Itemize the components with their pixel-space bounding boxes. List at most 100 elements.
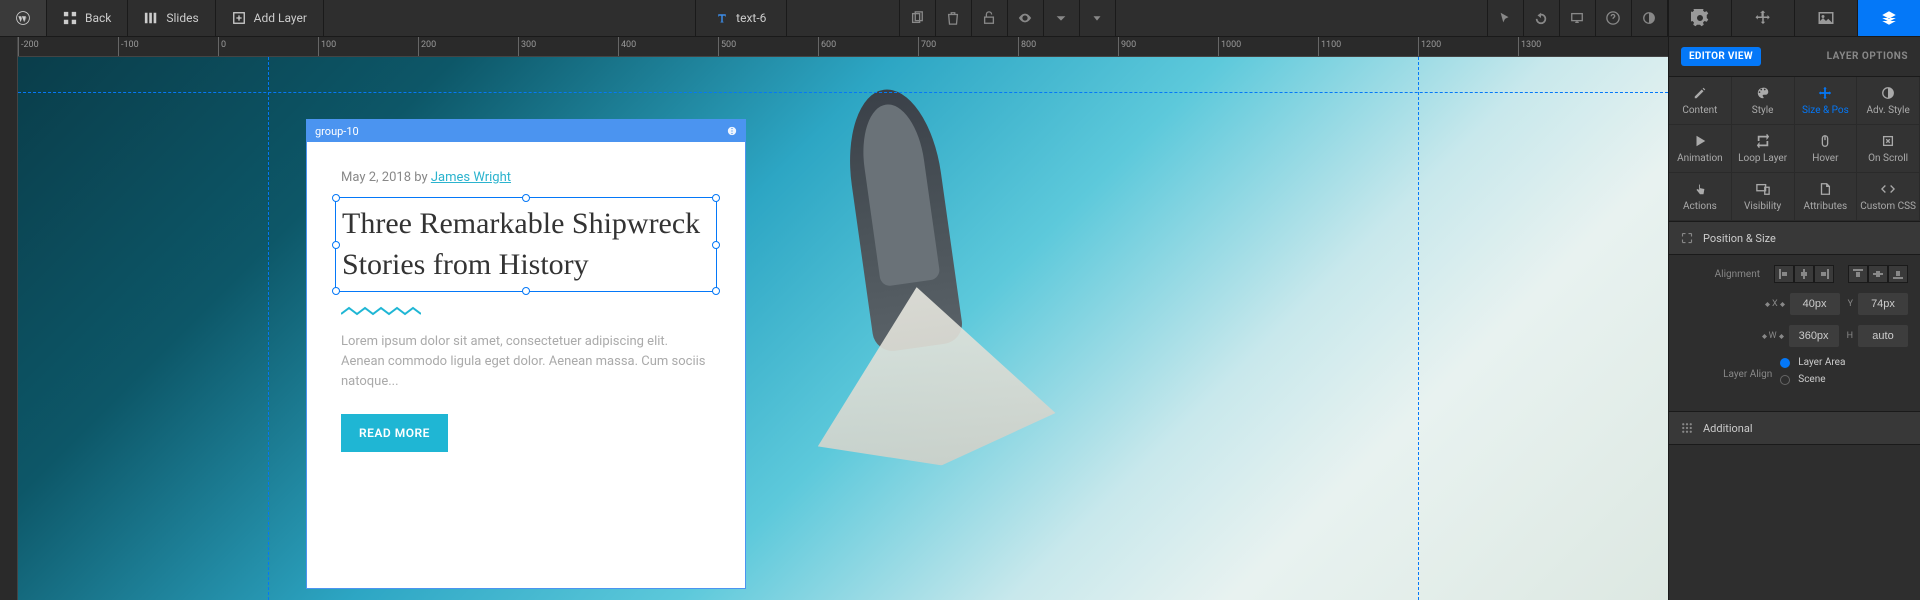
media-tab[interactable]	[1794, 0, 1857, 36]
wordpress-logo-button[interactable]	[0, 0, 47, 36]
add-layer-button[interactable]: Add Layer	[216, 0, 324, 36]
ruler-tick: 300	[518, 37, 536, 56]
contrast-button[interactable]	[1632, 0, 1668, 36]
group-10-frame[interactable]: group-10 May 2, 2018 by James Wright Thr…	[306, 119, 746, 589]
selected-layer-indicator[interactable]: text-6	[696, 0, 787, 36]
align-bottom-button[interactable]	[1888, 265, 1908, 283]
align-center-h-button[interactable]	[1794, 265, 1814, 283]
size-pos-tab[interactable]: Size & Pos	[1795, 77, 1858, 125]
vertical-ruler[interactable]	[0, 37, 18, 600]
monitor-icon	[1570, 11, 1584, 25]
attributes-tab[interactable]: Attributes	[1795, 173, 1858, 221]
caret-down-icon	[1090, 11, 1104, 25]
layer-options-tab[interactable]: LAYER OPTIONS	[1827, 51, 1908, 62]
guide-line[interactable]	[268, 57, 269, 600]
dropdown-button[interactable]	[1044, 0, 1080, 36]
resize-handle-se[interactable]	[712, 287, 720, 295]
canvas-area: -200 -100 0 100 200 300 400 500 600 700 …	[0, 37, 1668, 600]
animation-tab[interactable]: Animation	[1669, 125, 1732, 173]
loop-icon	[1756, 134, 1770, 148]
add-layer-icon	[232, 11, 246, 25]
group-menu-icon[interactable]	[727, 126, 737, 136]
vertical-align-group	[1848, 265, 1908, 283]
resize-handle-e[interactable]	[712, 241, 720, 249]
group-label: group-10	[315, 125, 359, 138]
align-top-button[interactable]	[1848, 265, 1868, 283]
back-button[interactable]: Back	[47, 0, 128, 36]
actions-tab[interactable]: Actions	[1669, 173, 1732, 221]
horizontal-ruler[interactable]: -200 -100 0 100 200 300 400 500 600 700 …	[18, 37, 1668, 57]
guide-line[interactable]	[18, 92, 1668, 93]
loop-layer-tab[interactable]: Loop Layer	[1732, 125, 1795, 173]
undo-icon	[1534, 11, 1548, 25]
group-header[interactable]: group-10	[307, 120, 745, 142]
layer-align-label: Layer Align	[1681, 369, 1772, 380]
align-center-v-button[interactable]	[1868, 265, 1888, 283]
undo-button[interactable]	[1524, 0, 1560, 36]
guide-line[interactable]	[1418, 57, 1419, 600]
adv-style-tab[interactable]: Adv. Style	[1857, 77, 1920, 125]
canvas-content[interactable]: group-10 May 2, 2018 by James Wright Thr…	[18, 57, 1668, 600]
lock-button[interactable]	[972, 0, 1008, 36]
align-left-button[interactable]	[1774, 265, 1794, 283]
more-button[interactable]	[1080, 0, 1116, 36]
resize-handle-nw[interactable]	[332, 194, 340, 202]
chevron-down-icon	[1054, 11, 1068, 25]
eye-icon	[1018, 11, 1032, 25]
visibility-button[interactable]	[1008, 0, 1044, 36]
editor-view-tab[interactable]: EDITOR VIEW	[1681, 47, 1761, 66]
y-input[interactable]	[1858, 293, 1908, 315]
x-input[interactable]	[1790, 293, 1840, 315]
layers-tab[interactable]	[1857, 0, 1920, 36]
visibility-tab[interactable]: Visibility	[1732, 173, 1795, 221]
navigation-tab[interactable]	[1731, 0, 1794, 36]
align-right-button[interactable]	[1814, 265, 1834, 283]
post-excerpt: Lorem ipsum dolor sit amet, consectetuer…	[341, 332, 711, 392]
slides-label: Slides	[166, 11, 198, 25]
ruler-tick: 200	[418, 37, 436, 56]
scene-radio[interactable]: Scene	[1780, 374, 1908, 385]
w-input[interactable]	[1789, 325, 1839, 347]
settings-tab[interactable]	[1668, 0, 1731, 36]
radio-off-icon	[1780, 375, 1790, 385]
read-more-button[interactable]: READ MORE	[341, 414, 448, 452]
resize-handle-ne[interactable]	[712, 194, 720, 202]
style-tab[interactable]: Style	[1732, 77, 1795, 125]
post-author-link[interactable]: James Wright	[431, 170, 511, 185]
alignment-label: Alignment	[1681, 269, 1760, 280]
right-panel-tabs	[1668, 0, 1920, 36]
gear-icon	[1691, 9, 1709, 27]
tap-icon	[1693, 182, 1707, 196]
post-meta: May 2, 2018 by James Wright	[341, 170, 711, 185]
on-scroll-tab[interactable]: On Scroll	[1857, 125, 1920, 173]
layer-area-radio[interactable]: Layer Area	[1780, 357, 1908, 368]
document-icon	[1818, 182, 1832, 196]
additional-section-header[interactable]: Additional	[1669, 411, 1920, 445]
ruler-tick: 1200	[1418, 37, 1441, 56]
help-button[interactable]	[1596, 0, 1632, 36]
copy-icon	[910, 11, 924, 25]
x-input-group: X	[1765, 293, 1840, 315]
content-tab[interactable]: Content	[1669, 77, 1732, 125]
w-input-group: W	[1762, 325, 1839, 347]
copy-button[interactable]	[900, 0, 936, 36]
preview-button[interactable]	[1560, 0, 1596, 36]
slides-button[interactable]: Slides	[128, 0, 215, 36]
post-heading[interactable]: Three Remarkable Shipwreck Stories from …	[342, 204, 710, 285]
ruler-tick: 1100	[1318, 37, 1341, 56]
ruler-tick: -200	[18, 37, 39, 56]
hover-tab[interactable]: Hover	[1795, 125, 1858, 173]
pointer-tool[interactable]	[1488, 0, 1524, 36]
wordpress-icon	[16, 11, 30, 25]
position-size-section-header[interactable]: Position & Size	[1669, 221, 1920, 255]
view-tabs: EDITOR VIEW LAYER OPTIONS	[1669, 37, 1920, 77]
resize-handle-sw[interactable]	[332, 287, 340, 295]
custom-css-tab[interactable]: Custom CSS	[1857, 173, 1920, 221]
h-input[interactable]	[1858, 325, 1908, 347]
resize-handle-w[interactable]	[332, 241, 340, 249]
text-6-selection[interactable]: Three Remarkable Shipwreck Stories from …	[335, 197, 717, 292]
delete-button[interactable]	[936, 0, 972, 36]
resize-handle-s[interactable]	[522, 287, 530, 295]
toolbar-left: Back Slides Add Layer	[0, 0, 324, 36]
resize-handle-n[interactable]	[522, 194, 530, 202]
